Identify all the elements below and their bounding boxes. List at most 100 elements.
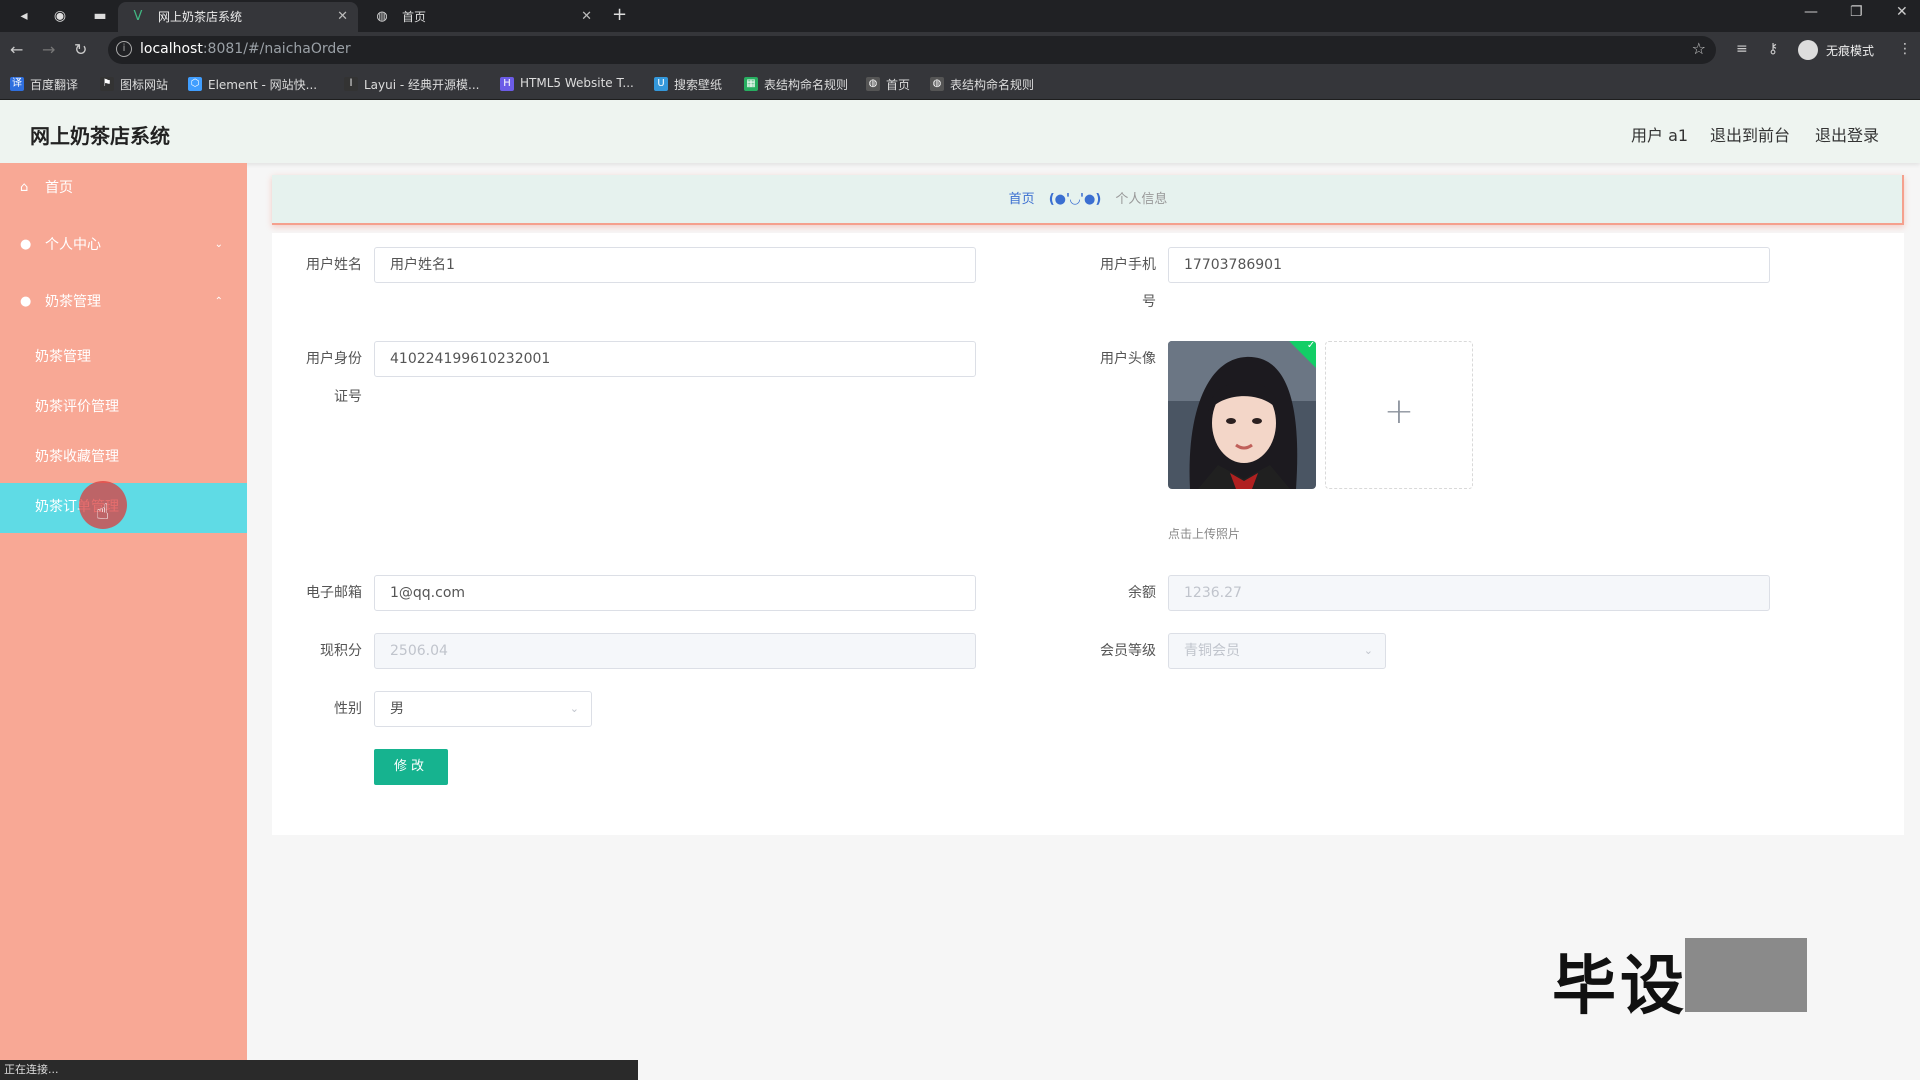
menu-icon[interactable]: ⋮	[1898, 41, 1912, 57]
bookmark-label: 表结构命名规则	[764, 78, 849, 92]
key-icon[interactable]: ⚷	[1768, 41, 1778, 57]
phone-label: 用户手机	[1100, 257, 1156, 273]
bookmark-item[interactable]: ⚑ 图标网站	[100, 76, 168, 93]
window-icon[interactable]: ▬	[90, 6, 110, 26]
forward-icon[interactable]: →	[42, 40, 55, 59]
phone-label-cont: 号	[1142, 294, 1156, 310]
sound-icon[interactable]: ◂	[14, 6, 34, 26]
name-label: 用户姓名	[306, 257, 362, 273]
gender-label: 性别	[334, 701, 362, 717]
name-input[interactable]: 用户姓名1	[374, 247, 976, 283]
element-icon: ⬡	[188, 77, 202, 91]
back-icon[interactable]: ←	[10, 40, 23, 59]
bookmark-item[interactable]: U 搜索壁纸	[654, 76, 722, 93]
user-icon: ●	[20, 294, 32, 309]
bookmark-item[interactable]: H HTML5 Website T...	[500, 76, 634, 91]
sidebar-item-label: 个人中心	[45, 237, 101, 253]
app-header: 网上奶茶店系统 用户 a1 退出到前台 退出登录	[0, 100, 1920, 163]
restore-icon[interactable]: ❐	[1850, 4, 1863, 20]
watermark-text: 毕设	[1552, 950, 1688, 1024]
gender-select[interactable]: 男 ⌄	[374, 691, 592, 727]
chevron-down-icon: ⌄	[569, 702, 579, 715]
bookmarks-bar: 译百度翻译 ⚑ 图标网站 ⬡ Element - 网站快... l Layui - 经…	[0, 68, 1920, 100]
breadcrumb: 首页 (●'◡'●) 个人信息	[272, 175, 1904, 225]
browser-toolbar: ← → ↻ i localhost:8081/#/naichaOrder ☆ ≡…	[0, 32, 1920, 68]
gender-value: 男	[390, 701, 404, 717]
tab-strip: ◂ ◉ ▬ V 网上奶茶店系统 ✕ ◍ 首页 ✕ + — ❐ ✕	[0, 0, 1920, 32]
user-label[interactable]: 用户 a1	[1631, 122, 1688, 146]
main-content: 首页 (●'◡'●) 个人信息 用户姓名 用户姓名1 用户身份 证号 41022…	[272, 175, 1904, 835]
incognito-icon[interactable]	[1798, 40, 1818, 60]
balance-input: 1236.27	[1168, 575, 1770, 611]
plus-icon: +	[1383, 391, 1415, 432]
chrome-icon[interactable]: ◉	[50, 6, 70, 26]
email-input[interactable]: 1@qq.com	[374, 575, 976, 611]
id-label-cont: 证号	[334, 389, 362, 405]
sidebar-sub-favorite[interactable]: 奶茶收藏管理	[0, 433, 247, 481]
sidebar-item-naicha[interactable]: ● 奶茶管理 ⌃	[0, 277, 247, 327]
logout-link[interactable]: 退出登录	[1815, 122, 1879, 146]
bookmark-label: 图标网站	[120, 78, 169, 92]
tab-home[interactable]: ◍ 首页 ✕	[362, 2, 602, 32]
globe-icon: ◍	[866, 77, 880, 91]
breadcrumb-home[interactable]: 首页	[1009, 192, 1035, 207]
points-label: 现积分	[320, 643, 362, 659]
bookmark-label: 表结构命名规则	[950, 78, 1035, 92]
url-path: :8081/#/naichaOrder	[202, 41, 351, 57]
flag-icon: ⚑	[100, 77, 114, 91]
bookmark-star-icon[interactable]: ☆	[1692, 39, 1706, 58]
bookmark-item[interactable]: ▦ 表结构命名规则	[744, 76, 848, 93]
bookmark-item[interactable]: 译百度翻译	[10, 76, 78, 93]
bookmark-item[interactable]: ◍ 表结构命名规则	[930, 76, 1034, 93]
app-root: 网上奶茶店系统 用户 a1 退出到前台 退出登录 ⌂ 首页 ● 个人中心 ⌄ ●…	[0, 100, 1920, 1080]
address-bar[interactable]: i localhost:8081/#/naichaOrder ☆	[108, 36, 1716, 64]
reload-icon[interactable]: ↻	[74, 40, 87, 59]
chevron-down-icon: ⌄	[1363, 644, 1373, 657]
tab-app[interactable]: V 网上奶茶店系统 ✕	[118, 2, 358, 32]
avatar-image[interactable]: ✓	[1168, 341, 1316, 489]
id-input[interactable]: 410224199610232001	[374, 341, 976, 377]
profile-form: 用户姓名 用户姓名1 用户身份 证号 410224199610232001 电子…	[272, 233, 1904, 835]
upload-button[interactable]: +	[1325, 341, 1473, 489]
balance-label: 余额	[1128, 585, 1156, 601]
bookmark-label: 首页	[886, 78, 911, 92]
back-to-front-link[interactable]: 退出到前台	[1710, 122, 1790, 146]
incognito-label: 无痕模式	[1826, 44, 1875, 58]
translate-icon: 译	[10, 77, 24, 91]
hand-cursor-icon: ☝	[96, 500, 110, 525]
bookmark-item[interactable]: ◍ 首页	[866, 76, 910, 93]
sheet-icon: ▦	[744, 77, 758, 91]
bookmark-item[interactable]: l Layui - 经典开源模...	[344, 76, 479, 93]
breadcrumb-separator: (●'◡'●)	[1048, 192, 1102, 207]
upload-tip: 点击上传照片	[1168, 527, 1241, 541]
close-tab-icon[interactable]: ✕	[581, 2, 592, 32]
avatar-photo	[1168, 341, 1316, 489]
new-tab-icon[interactable]: +	[612, 4, 627, 25]
tab-label: 网上奶茶店系统	[158, 10, 243, 24]
phone-input[interactable]: 17703786901	[1168, 247, 1770, 283]
sidebar-sub-naicha[interactable]: 奶茶管理	[0, 333, 247, 381]
submit-button[interactable]: 修改	[374, 749, 448, 785]
url-text[interactable]: localhost:8081/#/naichaOrder	[140, 41, 351, 57]
minimize-icon[interactable]: —	[1804, 4, 1818, 20]
sidebar-item-personal[interactable]: ● 个人中心 ⌄	[0, 220, 247, 270]
level-value: 青铜会员	[1184, 643, 1240, 659]
bookmark-label: HTML5 Website T...	[520, 76, 634, 90]
email-label: 电子邮箱	[306, 585, 362, 601]
bookmark-label: 百度翻译	[30, 78, 79, 92]
id-label: 用户身份	[306, 351, 362, 367]
chevron-up-icon: ⌃	[214, 296, 223, 307]
reading-list-icon[interactable]: ≡	[1736, 41, 1748, 57]
bookmark-item[interactable]: ⬡ Element - 网站快...	[188, 76, 317, 93]
user-icon: ●	[20, 237, 32, 252]
avatar-label: 用户头像	[1100, 351, 1156, 367]
wallpaper-icon: U	[654, 77, 668, 91]
close-window-icon[interactable]: ✕	[1896, 4, 1908, 20]
points-input: 2506.04	[374, 633, 976, 669]
close-tab-icon[interactable]: ✕	[337, 2, 348, 32]
sidebar-sub-review[interactable]: 奶茶评价管理	[0, 383, 247, 431]
bookmark-label: 搜索壁纸	[674, 78, 723, 92]
sidebar-item-home[interactable]: ⌂ 首页	[0, 163, 247, 213]
tab-label: 首页	[402, 10, 427, 24]
site-info-icon[interactable]: i	[116, 41, 132, 57]
